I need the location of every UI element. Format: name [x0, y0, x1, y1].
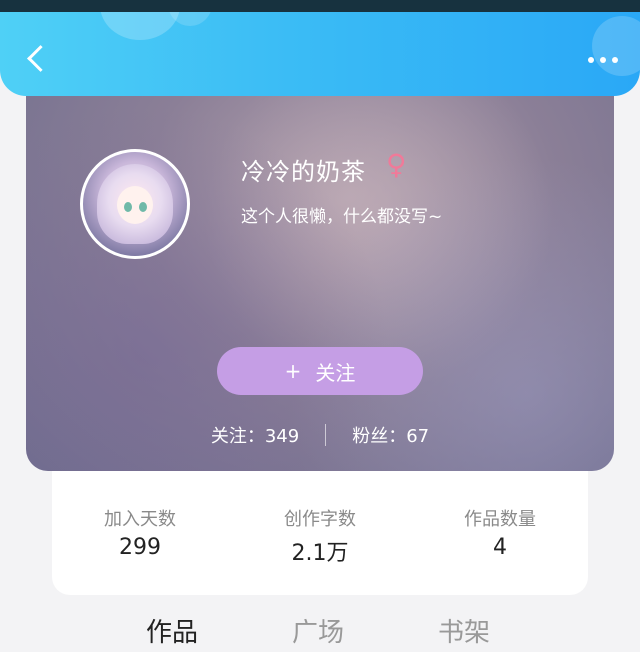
following-count[interactable]: 关注：349	[211, 422, 299, 448]
follow-label: 关注	[315, 360, 356, 385]
divider	[325, 424, 327, 446]
stats-card: 加入天数 299 创作字数 2.1万 作品数量 4	[52, 460, 588, 595]
stat-label: 创作字数	[284, 509, 356, 530]
stat-works-count: 作品数量 4	[420, 505, 580, 560]
more-button[interactable]	[588, 50, 618, 70]
plus-icon: +	[284, 359, 302, 383]
avatar[interactable]	[80, 149, 190, 259]
tab-works[interactable]: 作品	[146, 612, 198, 649]
top-bar	[0, 12, 640, 96]
fans-count[interactable]: 粉丝：67	[352, 422, 429, 448]
status-bar	[0, 0, 640, 12]
back-button[interactable]	[16, 38, 56, 78]
follow-button[interactable]: + 关注	[217, 347, 423, 395]
tab-square[interactable]: 广场	[292, 612, 344, 649]
username: 冷冷的奶茶	[241, 158, 366, 186]
stat-value: 2.1万	[291, 541, 349, 566]
stat-join-days: 加入天数 299	[60, 505, 220, 560]
female-icon: ♀	[386, 148, 407, 181]
stat-value: 299	[119, 535, 161, 560]
profile-card: 冷冷的奶茶 ♀ 这个人很懒，什么都没写~ + 关注 关注：349 粉丝：67	[26, 80, 614, 471]
content-tabs: 作品 广场 书架	[0, 612, 640, 652]
chevron-left-icon	[26, 44, 54, 72]
decorative-bubble	[168, 12, 212, 26]
stat-word-count: 创作字数 2.1万	[240, 505, 400, 567]
stat-label: 作品数量	[464, 509, 536, 530]
tab-bookshelf[interactable]: 书架	[438, 612, 490, 649]
stat-label: 加入天数	[104, 509, 176, 530]
follow-stats: 关注：349 粉丝：67	[26, 420, 614, 450]
stat-value: 4	[493, 535, 507, 560]
decorative-bubble	[100, 12, 180, 40]
more-dots-icon	[588, 57, 594, 63]
more-dots-icon	[612, 57, 618, 63]
user-bio: 这个人很懒，什么都没写~	[241, 207, 443, 227]
more-dots-icon	[600, 57, 606, 63]
